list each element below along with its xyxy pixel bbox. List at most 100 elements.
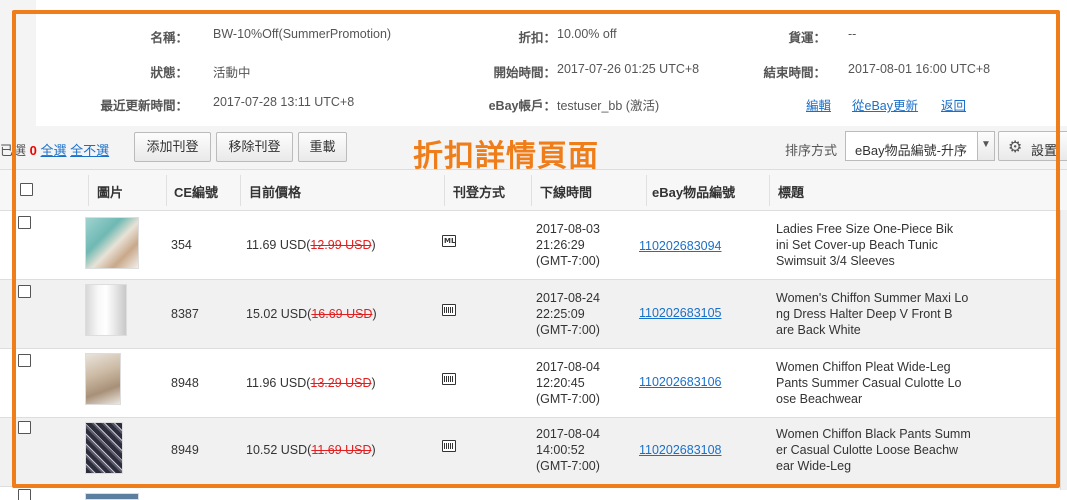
- last-updated-value: 2017-07-28 13:11 UTC+8: [213, 95, 355, 109]
- selected-prefix: 已選: [0, 143, 27, 158]
- header-divider: [240, 175, 241, 206]
- price: 10.52 USD(11.69 USD): [246, 443, 376, 457]
- current-price: 10.52 USD(: [246, 443, 312, 457]
- item-title: Women Chiffon Pleat Wide-Leg Pants Summe…: [776, 359, 986, 407]
- title-line: Women Chiffon Pleat Wide-Leg: [776, 360, 951, 374]
- header-divider: [531, 175, 532, 206]
- end-time: 2017-08-03 21:26:29 (GMT-7:00): [536, 221, 600, 269]
- ebay-item-link[interactable]: 110202683105: [639, 306, 722, 320]
- end-date: 2017-08-24: [536, 291, 600, 305]
- shipping-label: 貨運：: [788, 31, 826, 45]
- end-clock: 22:25:09: [536, 307, 585, 321]
- end-date: 2017-08-04: [536, 427, 600, 441]
- header-ce-id: CE編號: [174, 185, 219, 200]
- end-clock: 12:20:45: [536, 376, 585, 390]
- table-row[interactable]: 354 11.69 USD(12.99 USD) ML 2017-08-03 2…: [0, 211, 1067, 280]
- status-value: 活動中: [213, 66, 251, 80]
- title-line: Pants Summer Casual Culotte Lo: [776, 376, 962, 390]
- row-checkbox[interactable]: [18, 489, 31, 500]
- row-checkbox[interactable]: [18, 354, 31, 367]
- ebay-item-link[interactable]: 110202683106: [639, 375, 722, 389]
- title-line: ini Set Cover-up Beach Tunic: [776, 238, 938, 252]
- scrollbar[interactable]: [1060, 210, 1067, 490]
- name-value: BW-10%Off(SummerPromotion): [213, 27, 392, 41]
- promotion-summary: 名稱： BW-10%Off(SummerPromotion) 折扣： 10.00…: [36, 10, 1056, 126]
- title-line: are Back White: [776, 323, 861, 337]
- ce-id: 354: [171, 238, 192, 252]
- end-timezone: (GMT-7:00): [536, 254, 600, 268]
- table-row[interactable]: 8387 15.02 USD(16.69 USD) 2017-08-24 22:…: [0, 280, 1067, 349]
- price-close: ): [371, 443, 376, 457]
- end-time-label: 結束時間：: [763, 66, 826, 80]
- header-ebay-id: eBay物品編號: [652, 185, 736, 200]
- back-link[interactable]: 返回: [941, 95, 966, 114]
- settings-label: 設置: [1031, 143, 1058, 158]
- fixed-price-icon: [442, 373, 456, 385]
- table-row[interactable]: 8948 11.96 USD(13.29 USD) 2017-08-04 12:…: [0, 349, 1067, 418]
- status-label: 狀態：: [150, 66, 188, 80]
- header-end-time: 下線時間: [540, 185, 593, 200]
- product-thumbnail[interactable]: [85, 493, 139, 500]
- edit-link[interactable]: 編輯: [806, 95, 831, 114]
- settings-button[interactable]: ⚙ 設置: [998, 131, 1067, 161]
- title-line: ng Dress Halter Deep V Front B: [776, 307, 953, 321]
- original-price: 12.99 USD: [310, 238, 372, 252]
- end-timezone: (GMT-7:00): [536, 323, 600, 337]
- price-close: ): [371, 376, 376, 390]
- select-none-link[interactable]: 全不選: [70, 143, 109, 158]
- sort-selected-value: eBay物品編號-升序: [855, 143, 967, 158]
- name-label: 名稱：: [150, 31, 188, 45]
- original-price: 13.29 USD: [310, 376, 372, 390]
- row-checkbox[interactable]: [18, 421, 31, 434]
- ebay-account-value: testuser_bb (激活): [557, 99, 660, 113]
- end-clock: 14:00:52: [536, 443, 585, 457]
- row-checkbox[interactable]: [18, 216, 31, 229]
- table-row[interactable]: [0, 487, 1067, 500]
- price-close: ): [372, 307, 377, 321]
- remove-listing-button[interactable]: 移除刊登: [216, 132, 293, 162]
- product-thumbnail[interactable]: [85, 422, 123, 474]
- selected-count-text: 已選 0 全選 全不選: [0, 140, 109, 159]
- price-close: ): [371, 238, 376, 252]
- original-price: 16.69 USD: [311, 307, 373, 321]
- end-time: 2017-08-04 14:00:52 (GMT-7:00): [536, 426, 600, 474]
- product-thumbnail[interactable]: [85, 353, 121, 405]
- ebay-account-label: eBay帳戶：: [488, 99, 556, 113]
- item-title: Women's Chiffon Summer Maxi Lo ng Dress …: [776, 290, 986, 338]
- title-line: Swimsuit 3/4 Sleeves: [776, 254, 895, 268]
- ce-id: 8387: [171, 307, 199, 321]
- select-all-link[interactable]: 全選: [41, 143, 67, 158]
- fixed-price-icon: [442, 440, 456, 452]
- header-divider: [166, 175, 167, 206]
- chevron-down-icon: ▼: [977, 132, 994, 160]
- item-title: Women Chiffon Black Pants Summ er Casual…: [776, 426, 986, 474]
- end-clock: 21:26:29: [536, 238, 585, 252]
- header-divider: [88, 175, 89, 206]
- current-price: 15.02 USD(: [246, 307, 312, 321]
- refresh-from-ebay-link[interactable]: 從eBay更新: [852, 95, 918, 114]
- title-line: ose Beachwear: [776, 392, 863, 406]
- sort-select[interactable]: eBay物品編號-升序 ▼: [845, 131, 995, 161]
- left-panel-edge: [0, 0, 36, 126]
- summary-row-3: 最近更新時間： 2017-07-28 13:11 UTC+8 eBay帳戶： t…: [36, 95, 1056, 115]
- reload-button[interactable]: 重載: [298, 132, 347, 162]
- end-time-value: 2017-08-01 16:00 UTC+8: [848, 62, 991, 76]
- select-all-checkbox[interactable]: [20, 183, 33, 196]
- start-time-value: 2017-07-26 01:25 UTC+8: [557, 62, 700, 76]
- ebay-item-link[interactable]: 110202683094: [639, 239, 722, 253]
- header-price: 目前價格: [249, 185, 302, 200]
- summary-row-2: 狀態： 活動中 開始時間： 2017-07-26 01:25 UTC+8 結束時…: [36, 62, 1056, 82]
- end-timezone: (GMT-7:00): [536, 459, 600, 473]
- row-checkbox[interactable]: [18, 285, 31, 298]
- current-price: 11.96 USD(: [246, 376, 311, 390]
- table-row[interactable]: 8949 10.52 USD(11.69 USD) 2017-08-04 14:…: [0, 418, 1067, 487]
- product-thumbnail[interactable]: [85, 284, 127, 336]
- header-divider: [646, 175, 647, 206]
- add-listing-button[interactable]: 添加刊登: [134, 132, 211, 162]
- ebay-item-link[interactable]: 110202683108: [639, 443, 722, 457]
- end-date: 2017-08-04: [536, 360, 600, 374]
- original-price: 11.69 USD: [311, 443, 372, 457]
- gear-icon: ⚙: [1008, 139, 1023, 156]
- selected-count: 0: [29, 143, 37, 158]
- product-thumbnail[interactable]: [85, 217, 139, 269]
